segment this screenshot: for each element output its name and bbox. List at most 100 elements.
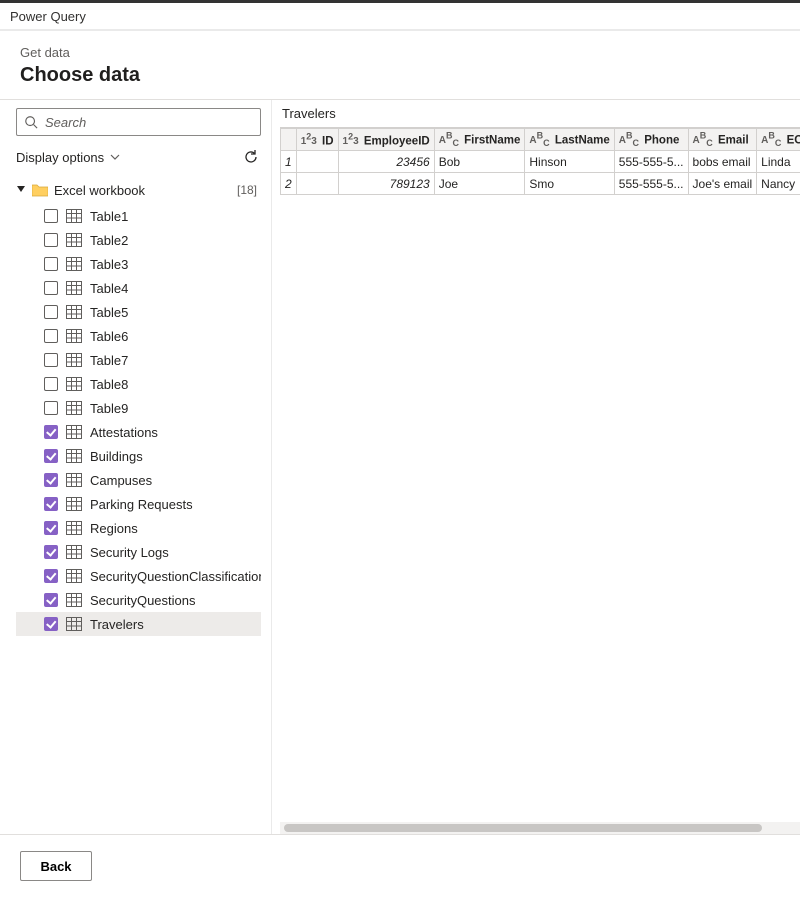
cell: Hinson [525, 151, 614, 173]
cell: 555-555-5... [614, 151, 688, 173]
display-options-dropdown[interactable]: Display options [16, 150, 120, 165]
tree-item[interactable]: Buildings [16, 444, 261, 468]
checkbox[interactable] [44, 497, 58, 511]
search-input[interactable] [16, 108, 261, 136]
checkbox[interactable] [44, 257, 58, 271]
table-icon [66, 497, 82, 511]
table-icon [66, 257, 82, 271]
tree-item[interactable]: Travelers [16, 612, 261, 636]
caret-down-icon [16, 186, 26, 194]
tree-item[interactable]: SecurityQuestions [16, 588, 261, 612]
preview-title: Travelers [280, 106, 800, 127]
table-icon [66, 305, 82, 319]
page-title: Choose data [20, 64, 780, 87]
table-icon [66, 377, 82, 391]
tree-item[interactable]: SecurityQuestionClassifications [16, 564, 261, 588]
tree-item[interactable]: Campuses [16, 468, 261, 492]
tree-item[interactable]: Table7 [16, 348, 261, 372]
checkbox[interactable] [44, 473, 58, 487]
display-options-label: Display options [16, 150, 104, 165]
refresh-button[interactable] [241, 147, 261, 167]
horizontal-scrollbar[interactable] [280, 822, 800, 834]
tree-item[interactable]: Regions [16, 516, 261, 540]
checkbox[interactable] [44, 353, 58, 367]
checkbox[interactable] [44, 401, 58, 415]
tree-item-label: Table2 [90, 233, 128, 248]
window-title: Power Query [0, 3, 800, 31]
tree-item[interactable]: Table8 [16, 372, 261, 396]
table-icon [66, 521, 82, 535]
tree-item[interactable]: Table4 [16, 276, 261, 300]
tree-item-label: Parking Requests [90, 497, 193, 512]
table-icon [66, 473, 82, 487]
table-icon [66, 545, 82, 559]
tree-root-count: [18] [237, 183, 257, 197]
refresh-icon [243, 149, 259, 165]
column-header[interactable]: 123 ID [296, 129, 338, 151]
row-number: 2 [281, 173, 297, 195]
data-grid[interactable]: 123 ID123 EmployeeIDABC FirstNameABC Las… [280, 127, 800, 820]
column-header[interactable]: 123 EmployeeID [338, 129, 434, 151]
checkbox[interactable] [44, 281, 58, 295]
tree-item-label: Table3 [90, 257, 128, 272]
column-header[interactable]: ABC ECFirst [757, 129, 800, 151]
tree-item-label: Attestations [90, 425, 158, 440]
table-icon [66, 449, 82, 463]
cell: Joe [434, 173, 525, 195]
cell [296, 173, 338, 195]
checkbox[interactable] [44, 233, 58, 247]
table-icon [66, 329, 82, 343]
tree-item-label: Table7 [90, 353, 128, 368]
checkbox[interactable] [44, 425, 58, 439]
tree-item[interactable]: Table6 [16, 324, 261, 348]
table-icon [66, 569, 82, 583]
cell [296, 151, 338, 173]
tree-item[interactable]: Security Logs [16, 540, 261, 564]
table-icon [66, 353, 82, 367]
preview-pane: Travelers 123 ID123 EmployeeIDABC FirstN… [272, 100, 800, 834]
checkbox[interactable] [44, 449, 58, 463]
back-button[interactable]: Back [20, 851, 92, 881]
navigator-tree: Excel workbook [18] Table1 Table2 Table3 Ta… [16, 178, 261, 826]
table-icon [66, 401, 82, 415]
checkbox[interactable] [44, 545, 58, 559]
tree-item[interactable]: Attestations [16, 420, 261, 444]
column-header[interactable]: ABC LastName [525, 129, 614, 151]
tree-item[interactable]: Table5 [16, 300, 261, 324]
row-number: 1 [281, 151, 297, 173]
tree-item-label: Table5 [90, 305, 128, 320]
checkbox[interactable] [44, 521, 58, 535]
tree-item-label: Table4 [90, 281, 128, 296]
tree-item[interactable]: Table1 [16, 204, 261, 228]
tree-root[interactable]: Excel workbook [18] [16, 178, 261, 202]
checkbox[interactable] [44, 329, 58, 343]
tree-item[interactable]: Parking Requests [16, 492, 261, 516]
tree-item-label: Table8 [90, 377, 128, 392]
cell: 23456 [338, 151, 434, 173]
checkbox[interactable] [44, 569, 58, 583]
table-icon [66, 593, 82, 607]
cell: Bob [434, 151, 525, 173]
column-header[interactable]: ABC Phone [614, 129, 688, 151]
tree-item-label: Table9 [90, 401, 128, 416]
tree-item-label: Regions [90, 521, 138, 536]
row-number-header [281, 129, 297, 151]
tree-item-label: Campuses [90, 473, 152, 488]
cell: 789123 [338, 173, 434, 195]
table-icon [66, 425, 82, 439]
column-header[interactable]: ABC FirstName [434, 129, 525, 151]
chevron-down-icon [110, 152, 120, 162]
tree-item[interactable]: Table3 [16, 252, 261, 276]
tree-item[interactable]: Table2 [16, 228, 261, 252]
checkbox[interactable] [44, 377, 58, 391]
checkbox[interactable] [44, 305, 58, 319]
checkbox[interactable] [44, 617, 58, 631]
table-row[interactable]: 2789123JoeSmo555-555-5...Joe's emailNanc… [281, 173, 800, 195]
column-header[interactable]: ABC Email [688, 129, 757, 151]
cell: Nancy [757, 173, 800, 195]
tree-item[interactable]: Table9 [16, 396, 261, 420]
checkbox[interactable] [44, 209, 58, 223]
table-row[interactable]: 123456BobHinson555-555-5...bobs emailLin… [281, 151, 800, 173]
checkbox[interactable] [44, 593, 58, 607]
tree-item-label: Table1 [90, 209, 128, 224]
